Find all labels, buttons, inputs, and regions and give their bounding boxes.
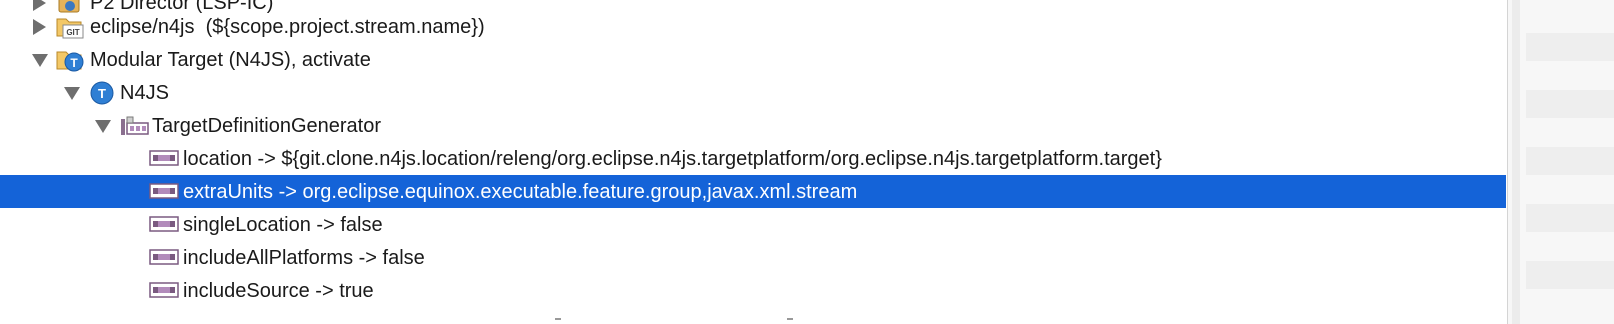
property-icon <box>149 181 179 207</box>
partial-next-row <box>555 318 795 320</box>
right-pane-cell <box>1526 33 1614 61</box>
svg-text:T: T <box>70 56 78 70</box>
collapse-arrow-icon[interactable] <box>32 52 48 68</box>
property-icon <box>149 247 179 273</box>
tree-row-property-extra-units[interactable]: extraUnits -> org.eclipse.equinox.execut… <box>0 175 1506 208</box>
expand-arrow-icon[interactable] <box>33 19 49 35</box>
tree-row-label: Modular Target (N4JS), activate <box>90 49 371 71</box>
tree-row-label: includeAllPlatforms -> false <box>183 247 425 269</box>
tree-row-label: TargetDefinitionGenerator <box>152 115 382 137</box>
tree-row-label: singleLocation -> false <box>183 214 383 236</box>
tree-row-property-include-source[interactable]: includeSource -> true <box>0 274 1506 307</box>
property-icon <box>149 280 179 306</box>
tree-row-property-single-location[interactable]: singleLocation -> false <box>0 208 1506 241</box>
tree-row-label: N4JS <box>120 82 169 104</box>
tree-row-n4js[interactable]: T N4JS <box>0 76 1506 109</box>
generator-icon <box>118 113 150 145</box>
tree-row-label: location -> ${git.clone.n4js.location/re… <box>183 148 1162 170</box>
target-icon: T <box>89 80 115 112</box>
property-icon <box>149 214 179 240</box>
svg-text:GIT: GIT <box>66 28 79 37</box>
collapse-arrow-icon[interactable] <box>95 118 111 134</box>
git-folder-icon: GIT <box>55 14 85 46</box>
property-icon <box>149 148 179 174</box>
right-pane-cell <box>1526 261 1614 289</box>
target-folder-icon: T <box>55 47 87 79</box>
tree-row-property-include-all-platforms[interactable]: includeAllPlatforms -> false <box>0 241 1506 274</box>
tree-row-git-clone[interactable]: GIT eclipse/n4js (${scope.project.stream… <box>0 10 1506 43</box>
svg-text:T: T <box>98 86 106 101</box>
tree-row-target-definition-generator[interactable]: TargetDefinitionGenerator <box>0 109 1506 142</box>
setup-editor-tree[interactable]: P2 Director (LSP-IC) GIT eclipse/n4js ($… <box>0 0 1506 324</box>
tree-row-label: extraUnits -> org.eclipse.equinox.execut… <box>183 181 858 203</box>
right-pane-cell <box>1526 204 1614 232</box>
tree-row-label: eclipse/n4js (${scope.project.stream.nam… <box>90 16 485 38</box>
tree-row-modular-target[interactable]: T Modular Target (N4JS), activate <box>0 43 1506 76</box>
tree-row-label: includeSource -> true <box>183 280 374 302</box>
vertical-scrollbar-track[interactable] <box>1512 0 1520 324</box>
right-pane-cell <box>1526 90 1614 118</box>
tree-row-property-location[interactable]: location -> ${git.clone.n4js.location/re… <box>0 142 1506 175</box>
right-pane-cell <box>1526 147 1614 175</box>
collapse-arrow-icon[interactable] <box>64 85 80 101</box>
